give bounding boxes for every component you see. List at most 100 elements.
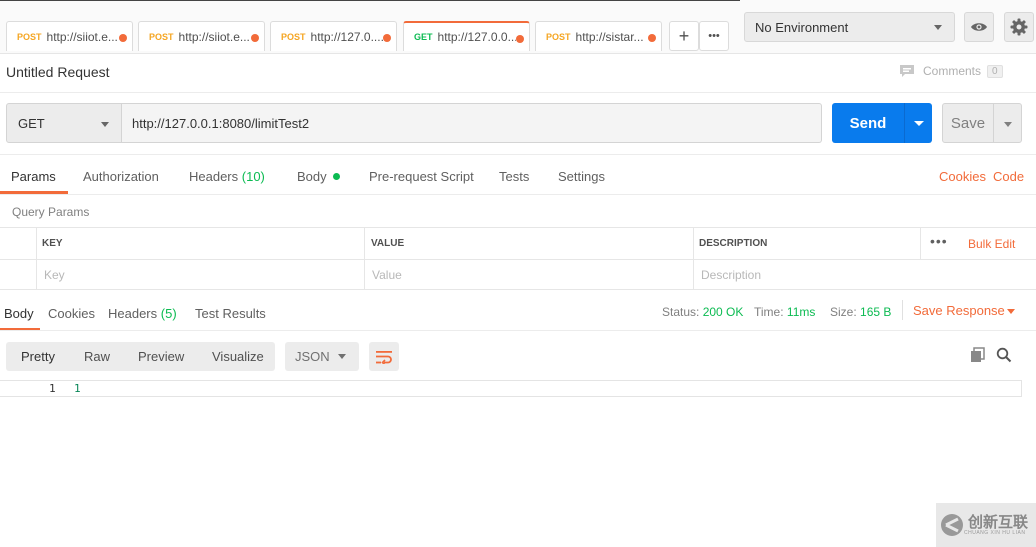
- brand-logo-icon: [941, 514, 963, 536]
- response-tab-cookies[interactable]: Cookies: [48, 306, 95, 321]
- more-icon: •••: [708, 30, 720, 42]
- divider: [0, 92, 1036, 93]
- format-pretty[interactable]: Pretty: [21, 349, 55, 364]
- comment-icon: [900, 65, 914, 77]
- request-tab-5[interactable]: POST http://sistar...: [535, 21, 662, 51]
- row-divider: [0, 259, 1036, 260]
- response-tab-test-results[interactable]: Test Results: [195, 306, 266, 321]
- unsaved-dot-icon: [516, 35, 524, 43]
- search-icon[interactable]: [996, 347, 1012, 363]
- time-info: Time: 11ms: [754, 305, 815, 319]
- request-title[interactable]: Untitled Request: [6, 64, 110, 80]
- environment-label: No Environment: [755, 19, 849, 35]
- column-divider: [693, 228, 694, 290]
- watermark-subtext: CHUANG XIN HU LIAN: [964, 529, 1026, 536]
- table-options-icon[interactable]: •••: [930, 233, 948, 249]
- has-content-dot-icon: [332, 173, 340, 180]
- status-value: 200 OK: [702, 305, 744, 319]
- save-options-button[interactable]: [993, 103, 1022, 143]
- wrap-lines-icon: [376, 350, 392, 364]
- url-input[interactable]: http://127.0.0.1:8080/limitTest2: [122, 103, 822, 143]
- column-header-description: DESCRIPTION: [699, 238, 768, 249]
- tab-body-label: Body: [297, 169, 327, 184]
- tab-url: http://sistar...: [575, 29, 644, 44]
- environment-quick-look-button[interactable]: [964, 12, 994, 42]
- cookies-link[interactable]: Cookies: [939, 169, 986, 184]
- watermark-text: 创新互联: [968, 513, 1029, 531]
- time-value: 11ms: [786, 305, 816, 319]
- plus-icon: +: [678, 25, 690, 46]
- tab-headers-label: Headers: [189, 169, 239, 184]
- method-label: GET: [18, 115, 45, 131]
- tab-method: GET: [414, 32, 433, 42]
- tab-headers[interactable]: Headers (10): [189, 169, 265, 184]
- request-tabs: Params Authorization Headers (10) Body P…: [0, 155, 1036, 194]
- tab-tests[interactable]: Tests: [499, 169, 529, 184]
- column-header-value: VALUE: [371, 238, 405, 249]
- manage-environments-button[interactable]: [1004, 12, 1034, 42]
- format-visualize[interactable]: Visualize: [212, 349, 264, 364]
- tab-options-button[interactable]: •••: [699, 21, 729, 51]
- request-tab-1[interactable]: POST http://siiot.e...: [6, 21, 133, 51]
- chevron-down-icon: [101, 122, 109, 127]
- size-info: Size: 165 B: [830, 305, 891, 319]
- tab-url: http://127.0....: [310, 29, 384, 44]
- comments-label: Comments: [923, 64, 982, 78]
- query-params-table: KEY VALUE DESCRIPTION ••• Bulk Edit Key …: [0, 227, 1036, 290]
- send-button[interactable]: Send: [832, 103, 904, 143]
- request-tab-3[interactable]: POST http://127.0....: [270, 21, 397, 51]
- divider: [902, 300, 903, 320]
- copy-icon[interactable]: [970, 347, 986, 363]
- value-input[interactable]: Value: [372, 268, 402, 282]
- comments-button[interactable]: Comments 0: [899, 64, 1003, 78]
- unsaved-dot-icon: [251, 34, 259, 42]
- description-input[interactable]: Description: [701, 268, 761, 282]
- chevron-down-icon: [934, 25, 942, 30]
- tab-params[interactable]: Params: [11, 169, 56, 184]
- time-label: Time:: [754, 305, 784, 319]
- tab-method: POST: [281, 31, 306, 42]
- environment-select[interactable]: No Environment: [744, 12, 955, 42]
- new-tab-button[interactable]: +: [669, 21, 699, 51]
- tab-pre-request-script[interactable]: Pre-request Script: [369, 169, 474, 184]
- tab-settings[interactable]: Settings: [558, 169, 605, 184]
- size-label: Size:: [830, 305, 857, 319]
- tab-url: http://siiot.e...: [46, 29, 118, 44]
- tab-authorization[interactable]: Authorization: [83, 169, 159, 184]
- bulk-edit-link[interactable]: Bulk Edit: [968, 237, 1015, 251]
- response-tab-headers[interactable]: Headers (5): [108, 306, 177, 321]
- unsaved-dot-icon: [648, 34, 656, 42]
- response-headers-count: (5): [160, 306, 177, 321]
- chevron-down-icon: [338, 354, 346, 359]
- save-button[interactable]: Save: [942, 103, 994, 143]
- format-raw[interactable]: Raw: [84, 349, 110, 364]
- save-response-button[interactable]: Save Response: [913, 303, 1005, 318]
- code-link[interactable]: Code: [993, 169, 1024, 184]
- status-label: Status:: [662, 305, 700, 319]
- format-toggle-group: Pretty Raw Preview Visualize: [6, 342, 275, 371]
- column-divider: [36, 228, 37, 290]
- response-tab-body[interactable]: Body: [4, 306, 34, 321]
- key-input[interactable]: Key: [44, 268, 65, 282]
- language-select[interactable]: JSON: [285, 342, 359, 371]
- tab-url: http://127.0.0...: [437, 30, 516, 44]
- response-headers-label: Headers: [108, 306, 158, 321]
- request-tab-4-active[interactable]: GET http://127.0.0...: [403, 21, 530, 51]
- tab-method: POST: [546, 31, 571, 42]
- response-body-editor[interactable]: [0, 380, 1022, 397]
- query-params-label: Query Params: [12, 205, 90, 219]
- send-options-button[interactable]: [904, 103, 932, 143]
- method-select[interactable]: GET: [6, 103, 122, 143]
- format-preview[interactable]: Preview: [138, 349, 184, 364]
- chevron-down-icon[interactable]: [1007, 309, 1015, 314]
- window-top-edge: [0, 0, 740, 1]
- language-label: JSON: [295, 349, 330, 364]
- wrap-lines-button[interactable]: [369, 342, 399, 371]
- column-divider: [364, 228, 365, 290]
- request-tab-2[interactable]: POST http://siiot.e...: [138, 21, 265, 51]
- tab-body[interactable]: Body: [297, 169, 340, 184]
- status-info: Status: 200 OK: [662, 305, 743, 319]
- response-line-content: 1: [74, 382, 81, 395]
- chevron-down-icon: [1004, 122, 1012, 127]
- watermark-logo: 创新互联 CHUANG XIN HU LIAN: [936, 503, 1036, 547]
